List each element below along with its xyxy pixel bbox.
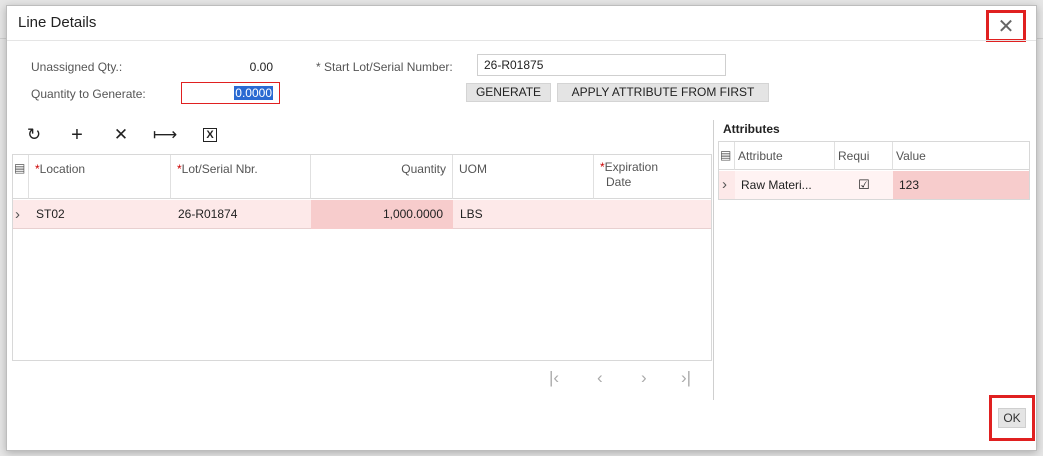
line-details-dialog: Line Details ✕ Unassigned Qty.: 0.00 Qua… bbox=[6, 5, 1037, 451]
column-settings-icon[interactable]: ▤ bbox=[13, 155, 29, 199]
cell-lot-serial[interactable]: 26-R01874 bbox=[178, 200, 308, 229]
cell-uom[interactable]: LBS bbox=[460, 200, 590, 229]
start-lot-label-text: Start Lot/Serial Number: bbox=[324, 60, 453, 74]
attributes-column-settings-icon[interactable]: ▤ bbox=[719, 142, 735, 170]
delete-icon[interactable]: ✕ bbox=[106, 120, 136, 150]
apply-attribute-button[interactable]: APPLY ATTRIBUTE FROM FIRST bbox=[557, 83, 769, 102]
column-expiration-date[interactable]: *Expiration Date bbox=[594, 155, 711, 199]
required-checkbox-icon[interactable]: ☑ bbox=[835, 171, 893, 199]
unassigned-qty-value: 0.00 bbox=[249, 60, 273, 74]
export-excel-glyph: X bbox=[203, 128, 217, 142]
ok-highlight: OK bbox=[989, 395, 1035, 441]
column-date-label: Date bbox=[606, 175, 632, 189]
header-divider bbox=[7, 40, 1036, 41]
cell-quantity[interactable]: 1,000.0000 bbox=[311, 200, 453, 229]
unassigned-qty-label: Unassigned Qty.: bbox=[31, 60, 123, 74]
attribute-row-expand-icon[interactable]: › bbox=[722, 171, 727, 199]
column-lot-serial-label: Lot/Serial Nbr. bbox=[181, 162, 258, 176]
quantity-to-generate-value: 0.0000 bbox=[234, 86, 273, 100]
column-uom[interactable]: UOM bbox=[453, 155, 594, 199]
cell-attribute[interactable]: Raw Materi... bbox=[735, 171, 835, 199]
column-value[interactable]: Value bbox=[893, 142, 1029, 170]
start-lot-input[interactable]: 26-R01875 bbox=[477, 54, 726, 76]
pager-first-button[interactable]: |‹ bbox=[549, 368, 559, 388]
dialog-title: Line Details bbox=[18, 14, 97, 31]
close-icon: ✕ bbox=[997, 15, 1015, 38]
cell-expiration[interactable] bbox=[601, 200, 701, 229]
export-excel-icon[interactable]: X bbox=[195, 120, 225, 150]
pager-prev-button[interactable]: ‹ bbox=[597, 368, 603, 388]
row-expand-icon[interactable]: › bbox=[15, 200, 27, 229]
generate-button[interactable]: GENERATE bbox=[466, 83, 551, 102]
pager-next-button[interactable]: › bbox=[641, 368, 647, 388]
column-quantity[interactable]: Quantity bbox=[311, 155, 453, 199]
column-lot-serial[interactable]: *Lot/Serial Nbr. bbox=[171, 155, 311, 199]
close-button[interactable]: ✕ bbox=[986, 10, 1026, 42]
column-expiration-label: Expiration bbox=[604, 160, 659, 174]
lot-serial-grid: ▤ *Location *Lot/Serial Nbr. Quantity UO… bbox=[12, 154, 712, 361]
column-location-label: Location bbox=[39, 162, 86, 176]
cell-value[interactable]: 123 bbox=[893, 171, 1029, 199]
grid-toolbar: ↻ + ✕ ⟼ X bbox=[12, 120, 712, 150]
panel-splitter[interactable] bbox=[713, 120, 714, 400]
attributes-grid: ▤ Attribute Requi Value › Raw Materi... … bbox=[718, 141, 1030, 200]
column-location[interactable]: *Location bbox=[29, 155, 171, 199]
pager-last-button[interactable]: ›| bbox=[681, 368, 691, 388]
cell-location[interactable]: ST02 bbox=[36, 200, 166, 229]
start-lot-label: * Start Lot/Serial Number: bbox=[316, 60, 453, 74]
quantity-to-generate-input[interactable]: 0.0000 bbox=[181, 82, 280, 104]
column-required[interactable]: Requi bbox=[835, 142, 893, 170]
required-marker: * bbox=[316, 60, 321, 74]
ok-button[interactable]: OK bbox=[998, 408, 1026, 428]
fit-columns-icon[interactable]: ⟼ bbox=[150, 120, 180, 150]
attributes-title: Attributes bbox=[723, 122, 780, 136]
refresh-icon[interactable]: ↻ bbox=[19, 120, 49, 150]
column-attribute[interactable]: Attribute bbox=[735, 142, 835, 170]
add-icon[interactable]: + bbox=[62, 120, 92, 150]
quantity-to-generate-label: Quantity to Generate: bbox=[31, 87, 146, 101]
